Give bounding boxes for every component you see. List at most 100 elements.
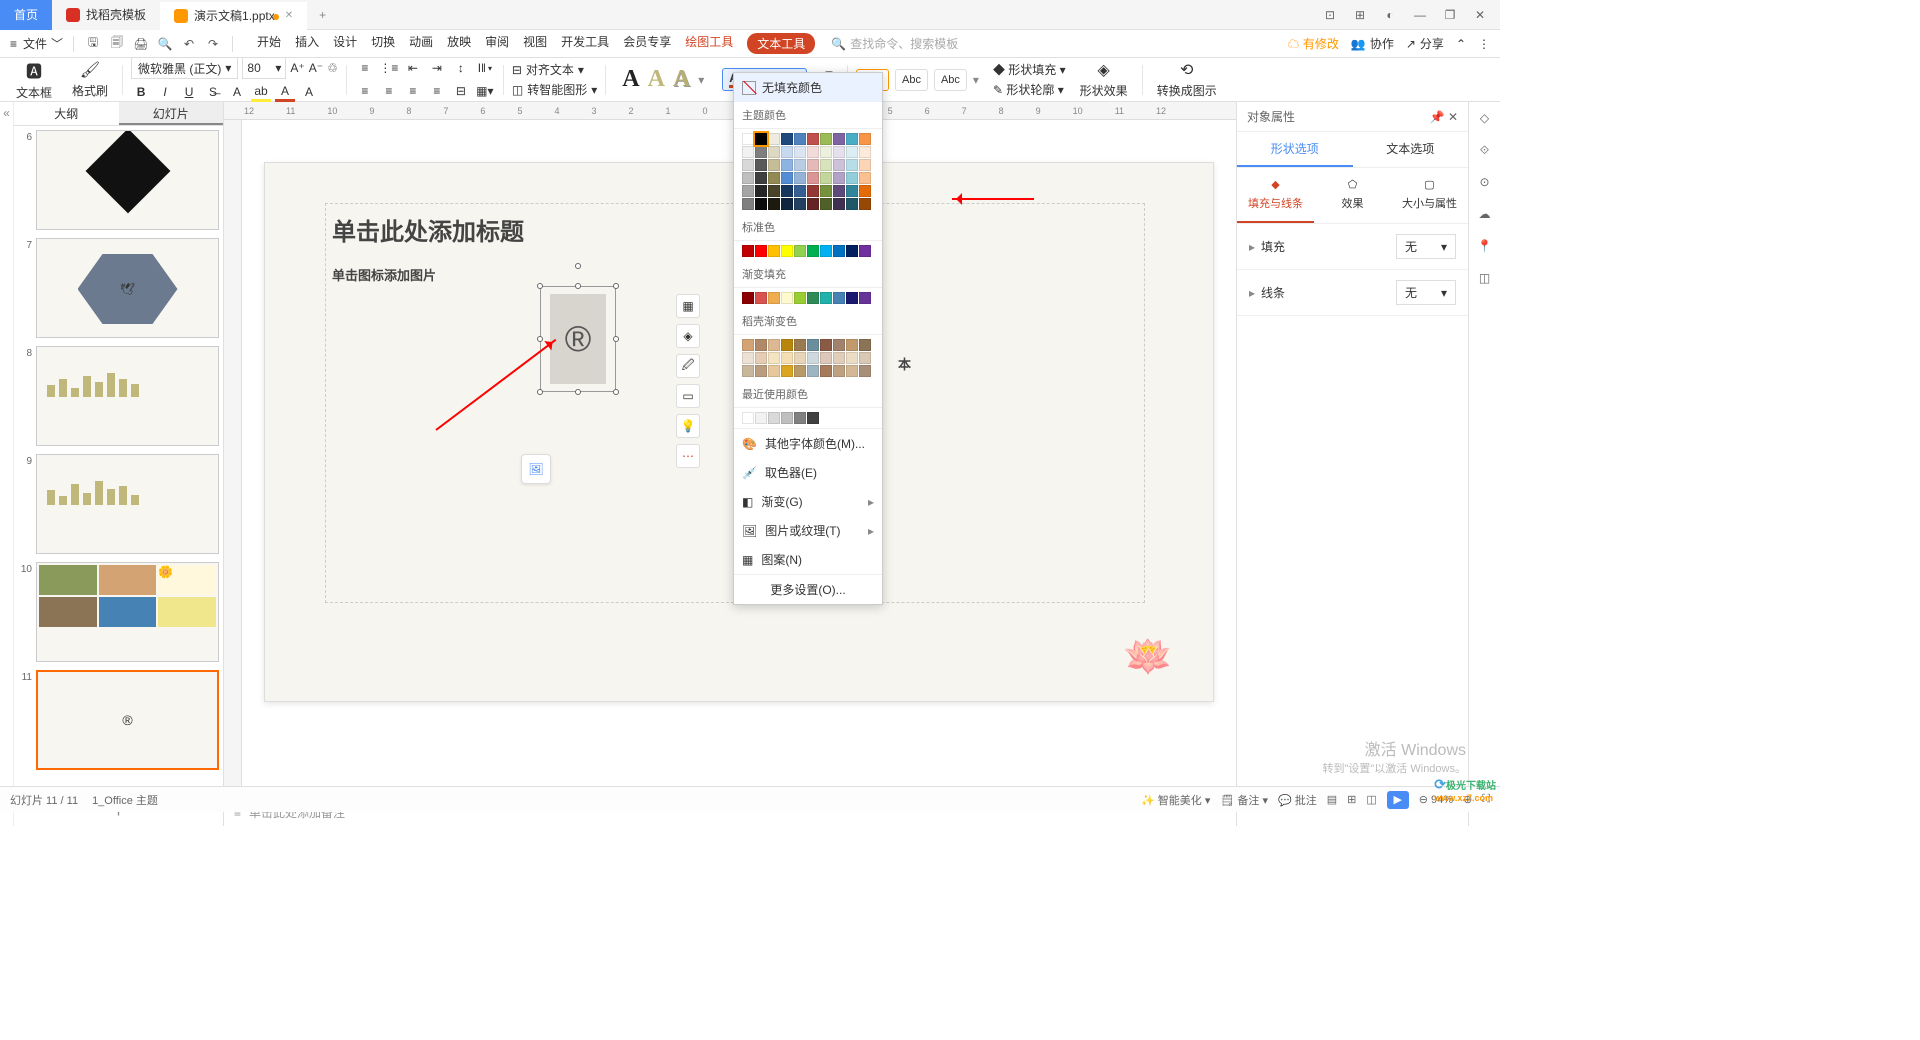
thumb-9[interactable] xyxy=(36,454,219,554)
tab-document[interactable]: 演示文稿1.pptx✕ xyxy=(160,0,307,30)
collapse-pane-icon[interactable]: « xyxy=(0,102,14,826)
fill-select[interactable]: 无▾ xyxy=(1396,234,1456,259)
outline-tab[interactable]: 大纲 xyxy=(14,102,119,125)
color-swatch[interactable] xyxy=(807,339,819,351)
text-style-1[interactable]: A xyxy=(622,66,639,93)
color-swatch[interactable] xyxy=(807,292,819,304)
color-swatch[interactable] xyxy=(768,292,780,304)
eyedropper-option[interactable]: 💉取色器(E) xyxy=(734,458,882,487)
align-text-button[interactable]: ⊟ 对齐文本 ▾ xyxy=(512,61,597,78)
rail-pin-icon[interactable]: 📍 xyxy=(1475,236,1495,256)
more-colors-option[interactable]: 🎨其他字体颜色(M)... xyxy=(734,429,882,458)
color-swatch[interactable] xyxy=(742,352,754,364)
color-swatch[interactable] xyxy=(781,159,793,171)
tab-review[interactable]: 审阅 xyxy=(485,33,509,54)
color-swatch[interactable] xyxy=(807,159,819,171)
color-swatch[interactable] xyxy=(742,133,754,145)
color-swatch[interactable] xyxy=(833,365,845,377)
shape-fill-button[interactable]: ◆ 形状填充 ▾ xyxy=(993,61,1066,78)
color-swatch[interactable] xyxy=(755,146,767,158)
rail-animation-icon[interactable]: ⊙ xyxy=(1475,172,1495,192)
color-swatch[interactable] xyxy=(755,352,767,364)
gallery-more-icon[interactable]: ▾ xyxy=(698,73,704,87)
menu-caret-icon[interactable]: ⌃ xyxy=(1456,37,1466,51)
color-swatch[interactable] xyxy=(768,146,780,158)
color-swatch[interactable] xyxy=(781,412,793,424)
color-swatch[interactable] xyxy=(820,292,832,304)
tab-template[interactable]: 找稻壳模板 xyxy=(52,0,160,30)
align-justify-icon[interactable]: ≡ xyxy=(427,81,447,101)
increase-font-icon[interactable]: A⁺ xyxy=(290,61,304,75)
text-style-2[interactable]: A xyxy=(648,66,665,93)
color-swatch[interactable] xyxy=(742,339,754,351)
color-swatch[interactable] xyxy=(742,292,754,304)
comments-toggle[interactable]: 💬 批注 xyxy=(1278,792,1317,808)
color-swatch[interactable] xyxy=(755,339,767,351)
tab-slideshow[interactable]: 放映 xyxy=(447,33,471,54)
view-reading-icon[interactable]: ◫ xyxy=(1366,793,1376,806)
align-center-icon[interactable]: ≡ xyxy=(379,81,399,101)
color-swatch[interactable] xyxy=(742,245,754,257)
color-swatch[interactable] xyxy=(833,146,845,158)
color-swatch[interactable] xyxy=(846,172,858,184)
minimize-icon[interactable]: — xyxy=(1406,1,1434,29)
slides-tab[interactable]: 幻灯片 xyxy=(119,102,224,125)
color-swatch[interactable] xyxy=(781,245,793,257)
color-swatch[interactable] xyxy=(807,146,819,158)
color-swatch[interactable] xyxy=(781,352,793,364)
size-props-subtab[interactable]: ▢大小与属性 xyxy=(1391,168,1468,223)
color-swatch[interactable] xyxy=(807,185,819,197)
highlight-button[interactable]: ab xyxy=(251,82,271,102)
color-swatch[interactable] xyxy=(859,292,871,304)
gallery-more-icon[interactable]: ▾ xyxy=(973,73,979,87)
color-swatch[interactable] xyxy=(742,159,754,171)
slideshow-play-button[interactable]: ▶ xyxy=(1387,791,1409,809)
color-swatch[interactable] xyxy=(846,159,858,171)
color-swatch[interactable] xyxy=(781,146,793,158)
line-row[interactable]: ▸线条 无▾ xyxy=(1237,270,1468,316)
preview-icon[interactable]: 🔍 xyxy=(156,35,174,53)
shape-outline-button[interactable]: ✎ 形状轮廓 ▾ xyxy=(993,81,1066,98)
expand-icon[interactable]: ▸ xyxy=(1249,286,1255,300)
color-swatch[interactable] xyxy=(755,185,767,197)
shape-style-3[interactable]: Abc xyxy=(934,69,967,91)
color-swatch[interactable] xyxy=(820,365,832,377)
rail-style-icon[interactable]: ◇ xyxy=(1475,108,1495,128)
fill-line-subtab[interactable]: ◆填充与线条 xyxy=(1237,168,1314,223)
align-left-icon[interactable]: ≡ xyxy=(355,81,375,101)
color-swatch[interactable] xyxy=(833,159,845,171)
color-swatch[interactable] xyxy=(768,185,780,197)
color-swatch[interactable] xyxy=(768,198,780,210)
save-icon[interactable]: 🖫 xyxy=(84,35,102,53)
color-swatch[interactable] xyxy=(833,133,845,145)
pin-icon[interactable]: 📌 xyxy=(1430,110,1445,124)
close-icon[interactable]: ✕ xyxy=(1466,1,1494,29)
color-swatch[interactable] xyxy=(742,146,754,158)
slide-list[interactable]: 6 7🕊 8 9 10🌼 11® xyxy=(14,126,223,796)
more-tool-icon[interactable]: ⋯ xyxy=(676,444,700,468)
color-swatch[interactable] xyxy=(859,245,871,257)
format-painter-button[interactable]: 🖌格式刷 xyxy=(66,60,114,99)
color-swatch[interactable] xyxy=(859,185,871,197)
user-icon[interactable]: ◐ xyxy=(1376,1,1404,29)
color-swatch[interactable] xyxy=(859,198,871,210)
color-swatch[interactable] xyxy=(846,339,858,351)
close-pane-icon[interactable]: ✕ xyxy=(1448,110,1458,124)
fill-row[interactable]: ▸填充 无▾ xyxy=(1237,224,1468,270)
color-swatch[interactable] xyxy=(755,412,767,424)
clear-format-icon[interactable]: ♲ xyxy=(327,61,338,75)
color-swatch[interactable] xyxy=(794,339,806,351)
color-swatch[interactable] xyxy=(807,245,819,257)
color-swatch[interactable] xyxy=(755,245,767,257)
color-swatch[interactable] xyxy=(755,365,767,377)
color-swatch[interactable] xyxy=(859,365,871,377)
color-swatch[interactable] xyxy=(742,185,754,197)
collab-button[interactable]: 👥 协作 xyxy=(1351,35,1394,52)
to-picture-button[interactable]: ⟲转换成图示 xyxy=(1151,60,1223,99)
color-swatch[interactable] xyxy=(794,198,806,210)
color-swatch[interactable] xyxy=(833,292,845,304)
color-swatch[interactable] xyxy=(846,245,858,257)
superscript-button[interactable]: A xyxy=(227,82,247,102)
color-swatch[interactable] xyxy=(833,172,845,184)
tab-view[interactable]: 视图 xyxy=(523,33,547,54)
